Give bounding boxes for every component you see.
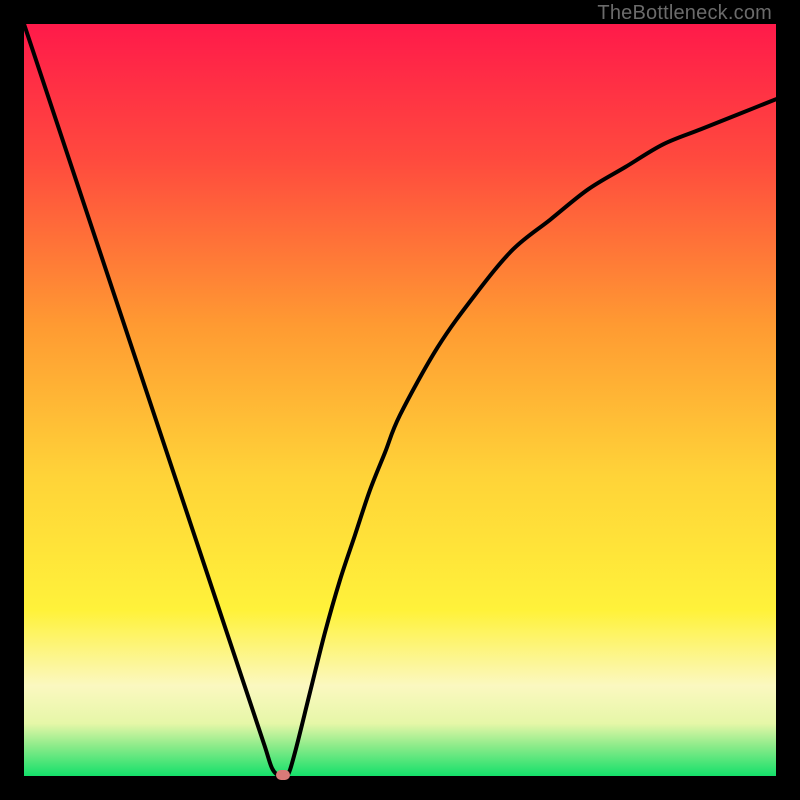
bottleneck-curve [24, 24, 776, 776]
watermark-text: TheBottleneck.com [597, 2, 772, 25]
optimal-point-marker [276, 770, 290, 780]
chart-plot-area [24, 24, 776, 776]
